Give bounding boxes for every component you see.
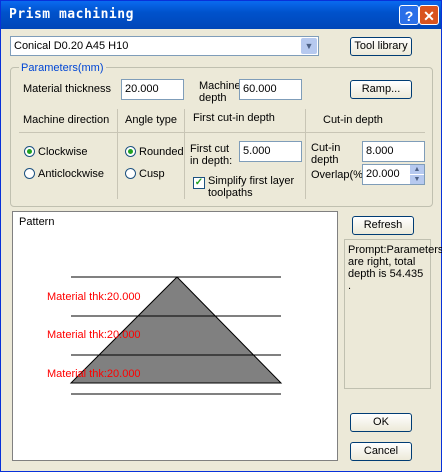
anticlockwise-radio[interactable] (24, 168, 35, 179)
rounded-radio[interactable] (125, 146, 136, 157)
cancel-button[interactable]: Cancel (350, 442, 412, 461)
overlap-value: 20.000 (366, 168, 400, 180)
window-title: Prism machining (9, 7, 134, 22)
overlap-input[interactable]: 20.000 ▲ ▼ (362, 164, 425, 185)
title-bar[interactable]: Prism machining ? ✕ (1, 1, 441, 29)
tool-select[interactable]: Conical D0.20 A45 H10 ▼ (10, 36, 319, 56)
simplify-checkbox[interactable]: ✓ (193, 177, 205, 189)
pattern-panel: Pattern Material thk:20.000 Material thk… (12, 211, 338, 461)
section-divider (184, 109, 185, 199)
cutin-depth-label: Cut-in depth (311, 142, 341, 166)
layer-label: Material thk:20.000 (47, 291, 141, 303)
simplify-label[interactable]: Simplify first layer toolpaths (208, 175, 300, 199)
chevron-down-icon[interactable]: ▼ (301, 38, 317, 54)
angle-type-header: Angle type (125, 114, 177, 126)
first-cutin-input[interactable]: 5.000 (239, 141, 302, 162)
ok-button[interactable]: OK (350, 413, 412, 432)
cutin-depth-input[interactable]: 8.000 (362, 141, 425, 162)
rounded-label[interactable]: Rounded (139, 146, 184, 158)
machine-depth-input[interactable]: 60.000 (239, 79, 302, 100)
overlap-label: Overlap(%) (311, 169, 367, 181)
spinner-up-icon[interactable]: ▲ (410, 165, 424, 174)
material-thickness-input[interactable]: 20.000 (121, 79, 184, 100)
close-icon[interactable]: ✕ (419, 5, 439, 25)
refresh-button[interactable]: Refresh (352, 216, 414, 235)
prompt-box: Prompt:Parameters are right, total depth… (344, 239, 442, 389)
parameters-divider (19, 132, 425, 133)
cutin-header: Cut-in depth (323, 114, 383, 126)
cusp-label[interactable]: Cusp (139, 168, 165, 180)
prompt-text: Prompt:Parameters are right, total depth… (348, 244, 442, 292)
ramp-button[interactable]: Ramp... (350, 80, 412, 99)
layer-label: Material thk:20.000 (47, 368, 141, 380)
tool-library-button[interactable]: Tool library (350, 37, 412, 56)
parameters-legend: Parameters(mm) (19, 62, 106, 74)
first-cutin-label: First cut in depth: (190, 143, 233, 167)
first-cutin-header: First cut-in depth (193, 112, 275, 124)
help-icon[interactable]: ? (399, 5, 419, 25)
section-divider (305, 109, 306, 199)
clockwise-label[interactable]: Clockwise (38, 146, 88, 158)
machine-direction-header: Machine direction (23, 114, 110, 126)
prism-machining-dialog: Prism machining ? ✕ Conical D0.20 A45 H1… (0, 0, 442, 472)
spinner-down-icon[interactable]: ▼ (410, 175, 424, 184)
material-thickness-label: Material thickness (23, 83, 112, 95)
tool-select-value: Conical D0.20 A45 H10 (14, 40, 129, 52)
cusp-radio[interactable] (125, 168, 136, 179)
section-divider (117, 109, 118, 199)
anticlockwise-label[interactable]: Anticlockwise (38, 168, 104, 180)
layer-label: Material thk:20.000 (47, 329, 141, 341)
clockwise-radio[interactable] (24, 146, 35, 157)
